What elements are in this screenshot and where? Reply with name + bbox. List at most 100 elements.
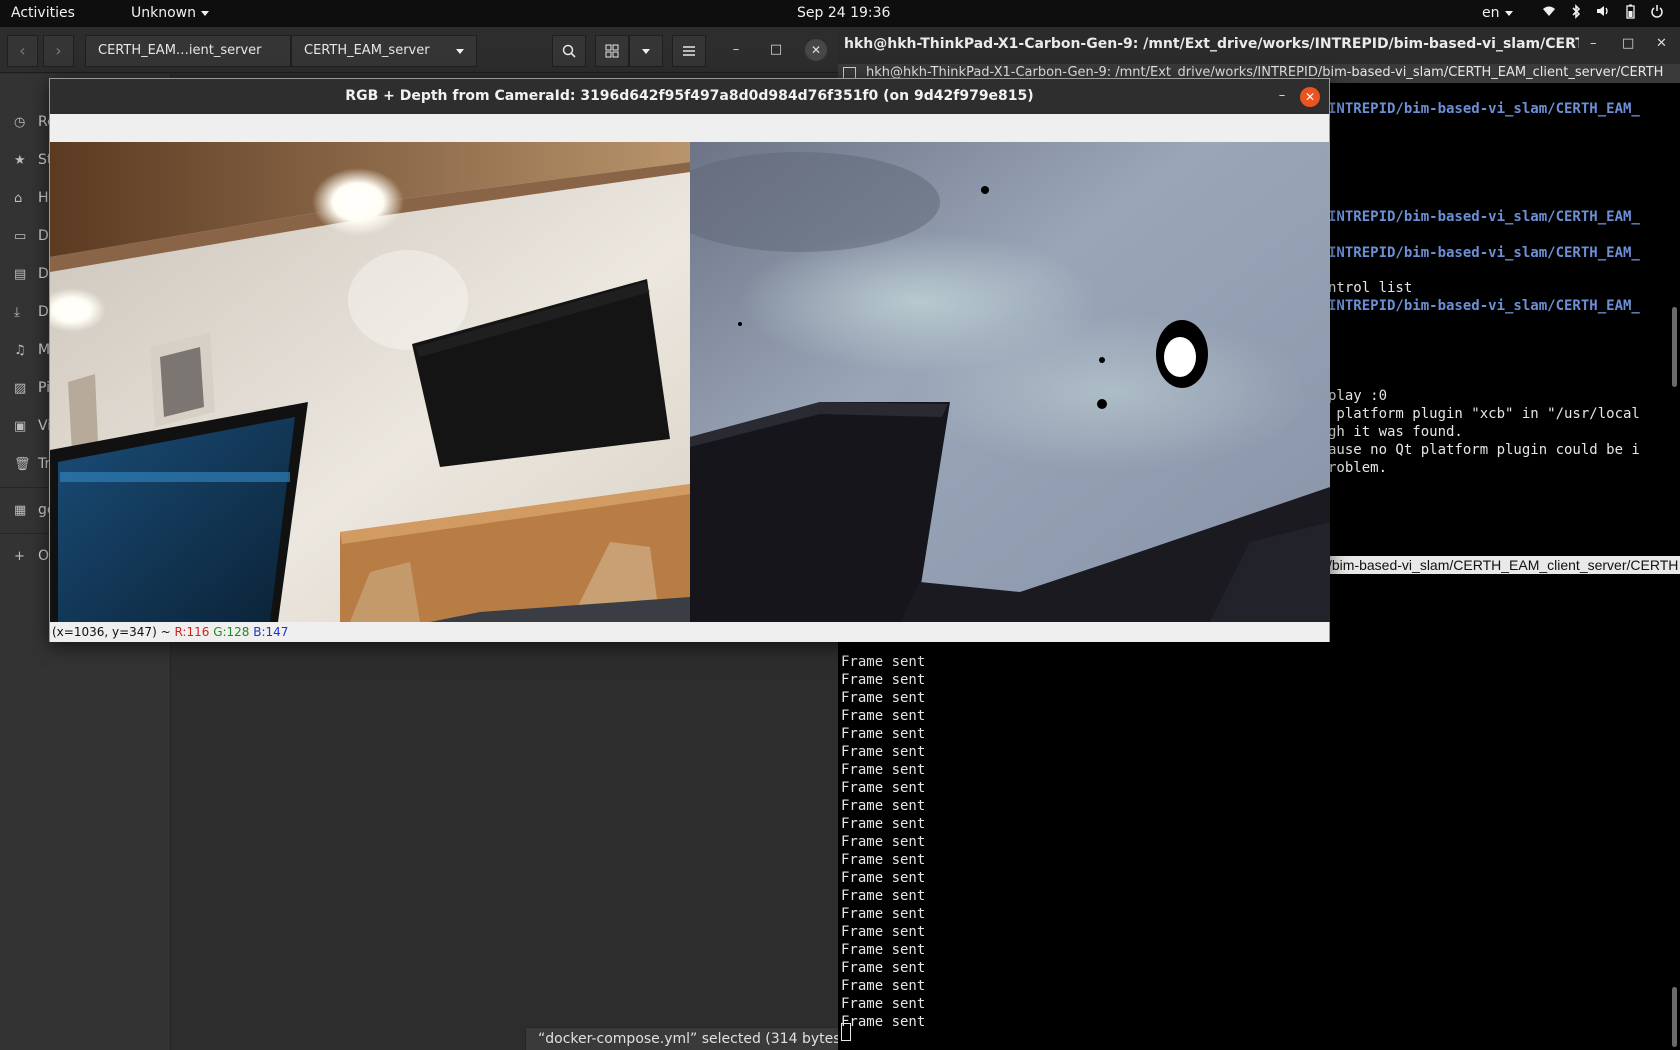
search-button[interactable]	[552, 35, 586, 67]
terminal-line: Frame sent	[841, 816, 926, 832]
terminal-line: Frame sent	[841, 672, 926, 688]
terminal-line: INTREPID/bim-based-vi_slam/CERTH_EAM_	[1328, 101, 1640, 117]
document-icon: ▤	[14, 267, 27, 282]
sidebar-item-documents[interactable]: ▤Documents	[14, 266, 54, 286]
terminal-line: gh it was found.	[1328, 424, 1463, 440]
terminal-title: hkh@hkh-ThinkPad-X1-Carbon-Gen-9: /mnt/E…	[844, 36, 1579, 52]
sidebar-item-music[interactable]: ♫Music	[14, 342, 54, 362]
music-icon: ♫	[14, 343, 26, 358]
depth-image[interactable]	[690, 142, 1330, 622]
sidebar-item-drive[interactable]: ▦ gc	[14, 502, 54, 522]
terminal-tab-highlight: /bim-based-vi_slam/CERTH_EAM_client_serv…	[1328, 556, 1680, 574]
app-menu-label: Unknown	[131, 5, 196, 21]
pixel-g-value: G:128	[213, 625, 250, 639]
trash-icon: 🗑	[14, 457, 31, 472]
minimize-button[interactable]: –	[726, 40, 746, 60]
language-indicator[interactable]: en	[1482, 5, 1513, 21]
cv-image-window[interactable]: RGB + Depth from CameraId: 3196d642f95f4…	[49, 78, 1330, 642]
terminal-line: Frame sent	[841, 996, 926, 1012]
close-icon[interactable]: ✕	[1656, 36, 1667, 51]
power-icon	[1650, 4, 1664, 20]
chevron-down-icon	[201, 10, 209, 16]
cv-window-titlebar: RGB + Depth from CameraId: 3196d642f95f4…	[50, 79, 1329, 114]
chevron-down-icon	[456, 49, 464, 54]
language-label: en	[1482, 5, 1500, 21]
path-segment-label: CERTH_EAM…ient_server	[98, 43, 262, 58]
forward-button[interactable]: ›	[43, 35, 74, 67]
terminal-line: Frame sent	[841, 762, 926, 778]
bluetooth-icon	[1569, 4, 1583, 20]
grid-icon	[605, 44, 619, 58]
files-headerbar: ‹ › CERTH_EAM…ient_server CERTH_EAM_serv…	[0, 27, 838, 73]
scrollbar[interactable]	[1672, 987, 1677, 1047]
star-icon: ★	[14, 153, 26, 168]
terminal-line: INTREPID/bim-based-vi_slam/CERTH_EAM_	[1328, 245, 1640, 261]
pixel-r-value: R:116	[174, 625, 210, 639]
minimize-icon[interactable]: –	[1590, 36, 1597, 51]
sidebar-item-videos[interactable]: ▣Videos	[14, 418, 54, 438]
maximize-icon[interactable]: □	[1622, 36, 1634, 51]
activities-button[interactable]: Activities	[11, 5, 75, 21]
video-icon: ▣	[14, 419, 27, 434]
home-icon: ⌂	[14, 191, 23, 206]
menu-button[interactable]	[672, 35, 706, 67]
terminal-line: Frame sent	[841, 906, 926, 922]
sidebar-item-desktop[interactable]: ▭Desktop	[14, 228, 54, 248]
close-icon[interactable]: ✕	[1300, 87, 1320, 107]
terminal-line: Frame sent	[841, 1014, 926, 1030]
close-button[interactable]: ✕	[805, 39, 827, 61]
maximize-icon: □	[769, 42, 783, 57]
terminal-line: INTREPID/bim-based-vi_slam/CERTH_EAM_	[1328, 298, 1640, 314]
clock[interactable]: Sep 24 19:36	[797, 5, 890, 21]
pixel-b-value: B:147	[253, 625, 289, 639]
close-icon: ✕	[810, 43, 822, 57]
chevron-left-icon: ‹	[19, 41, 26, 60]
sidebar-item-recent[interactable]: ◷Recent	[14, 114, 54, 134]
terminal-line: ause no Qt platform plugin could be i	[1328, 442, 1640, 458]
path-segment-server[interactable]: CERTH_EAM_server	[291, 35, 477, 67]
terminal-line: Frame sent	[841, 798, 926, 814]
minimize-icon[interactable]: –	[1272, 86, 1292, 106]
sidebar-item-starred[interactable]: ★Starred	[14, 152, 54, 172]
terminal-line: Frame sent	[841, 690, 926, 706]
sidebar-item-trash[interactable]: 🗑Trash	[14, 456, 54, 476]
terminal-titlebar: hkh@hkh-ThinkPad-X1-Carbon-Gen-9: /mnt/E…	[838, 27, 1680, 64]
maximize-button[interactable]: □	[766, 40, 786, 60]
sidebar-item-downloads[interactable]: ⤓Downloads	[14, 304, 54, 324]
cv-status-bar: (x=1036, y=347) ~ R:116 G:128 B:147	[50, 622, 1329, 642]
terminal-line: Frame sent	[841, 726, 926, 742]
path-segment-label: CERTH_EAM_server	[304, 43, 430, 58]
terminal-line: Frame sent	[841, 960, 926, 976]
cursor-coordinates: (x=1036, y=347) ~	[52, 625, 175, 639]
volume-icon	[1596, 4, 1610, 20]
terminal-line: Frame sent	[841, 852, 926, 868]
terminal-line: Frame sent	[841, 780, 926, 796]
terminal-line: Frame sent	[841, 834, 926, 850]
terminal-line: Frame sent	[841, 978, 926, 994]
view-grid-button[interactable]	[595, 35, 629, 67]
terminal-line: play :0	[1328, 388, 1388, 404]
back-button[interactable]: ‹	[7, 35, 38, 67]
clock-icon: ◷	[14, 115, 26, 130]
app-menu[interactable]: Unknown	[131, 5, 209, 21]
sidebar-item-other-locations[interactable]: +Other Locations	[14, 548, 54, 568]
selection-status: “docker-compose.yml” selected (314 bytes…	[525, 1027, 859, 1050]
terminal-line: Frame sent	[841, 654, 926, 670]
chevron-right-icon: ›	[55, 41, 62, 60]
search-icon	[562, 44, 576, 58]
system-tray[interactable]	[1542, 4, 1664, 20]
terminal-line: Frame sent	[841, 708, 926, 724]
path-segment-client-server[interactable]: CERTH_EAM…ient_server	[85, 35, 291, 67]
cv-window-title: RGB + Depth from CameraId: 3196d642f95f4…	[345, 88, 1034, 104]
cv-toolbar	[50, 114, 1329, 142]
scrollbar[interactable]	[1672, 307, 1677, 387]
view-options-button[interactable]	[629, 35, 663, 67]
top-bar: Activities Unknown Sep 24 19:36 en	[0, 0, 1680, 27]
sidebar-item-home[interactable]: ⌂Home	[14, 190, 54, 210]
terminal-line: INTREPID/bim-based-vi_slam/CERTH_EAM_	[1328, 209, 1640, 225]
rgb-image[interactable]	[50, 142, 690, 622]
battery-icon	[1623, 4, 1637, 20]
sidebar-item-pictures[interactable]: ▨Pictures	[14, 380, 54, 400]
terminal-line: Frame sent	[841, 744, 926, 760]
pictures-icon: ▨	[14, 381, 27, 396]
